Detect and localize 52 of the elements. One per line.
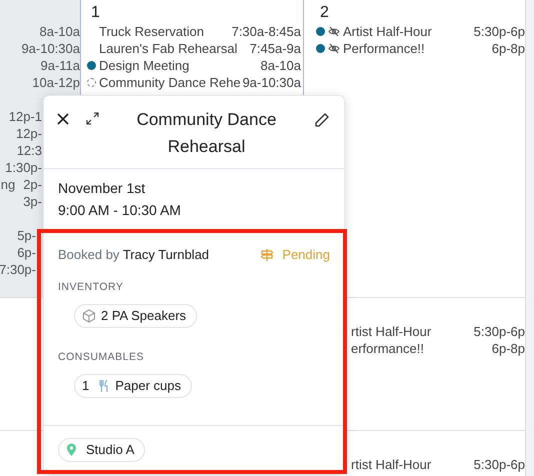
section-heading: INVENTORY — [58, 281, 124, 294]
event-title[interactable]: Lauren's Fab Rehearsal — [99, 40, 250, 57]
event-title[interactable]: Design Meeting — [99, 57, 261, 74]
day-number: 2 — [319, 3, 330, 23]
utensils-icon — [98, 379, 110, 393]
event-time[interactable]: 7:45a-9a — [250, 40, 301, 57]
event-time-range: 9:00 AM - 10:30 AM — [58, 201, 182, 220]
signpost-icon — [260, 248, 274, 262]
event-title[interactable]: Performance!! — [343, 40, 492, 57]
event-title[interactable]: Truck Reservation — [99, 23, 232, 40]
event-title[interactable]: erformance!! — [351, 340, 492, 357]
event-date: November 1st — [58, 179, 146, 198]
event-time[interactable]: 12p-1 — [8, 108, 42, 125]
event-time[interactable]: 9a-10:30a — [21, 40, 80, 57]
expand-button[interactable] — [86, 112, 99, 125]
event-title[interactable]: Community Dance Rehe — [99, 74, 242, 91]
event-time[interactable]: 5:30p-6p — [474, 456, 525, 473]
event-time[interactable]: 3p- — [23, 193, 42, 210]
item-chip[interactable]: 2 PA Speakers — [74, 304, 198, 328]
event-time[interactable]: 8a-10a — [40, 23, 80, 40]
event-time[interactable]: 2p- — [23, 176, 42, 193]
event-title[interactable]: rtist Half-Hour — [351, 323, 474, 340]
event-time[interactable]: 5:30p-6p — [474, 323, 525, 340]
item-chip[interactable]: 1 Paper cups — [74, 374, 192, 398]
event-time[interactable]: 9a-11a — [40, 57, 80, 74]
event-time[interactable]: 12p- — [16, 125, 42, 142]
booked-by-text: Booked by Tracy Turnblad — [58, 246, 210, 264]
event-title[interactable]: Artist Half-Hour — [343, 23, 474, 40]
edit-button[interactable] — [314, 112, 330, 128]
pending-status-icon — [87, 78, 96, 87]
event-title[interactable]: ng — [0, 176, 16, 193]
event-time[interactable]: 1:30p- — [5, 159, 42, 176]
event-time[interactable]: 5:30p-6p — [474, 23, 525, 40]
event-time[interactable]: 8a-10a — [260, 57, 301, 74]
day-number: 1 — [90, 3, 101, 23]
event-title[interactable]: rtist Half-Hour — [351, 456, 474, 473]
close-button[interactable] — [56, 112, 70, 126]
event-time[interactable]: 9a-10:30a — [242, 74, 301, 91]
event-time[interactable]: 6p-8p — [492, 340, 525, 357]
event-time[interactable]: 6p-8p — [492, 40, 525, 57]
popup-title: Community Dance Rehearsal — [136, 109, 278, 158]
event-time[interactable]: 7:30p- — [0, 261, 36, 278]
location-pin-icon — [66, 443, 77, 457]
status-label: Pending — [282, 246, 330, 264]
box-icon — [82, 309, 96, 323]
section-heading: CONSUMABLES — [58, 351, 146, 364]
event-time[interactable]: 12:3 — [16, 142, 42, 159]
location-chip[interactable]: Studio A — [58, 438, 146, 462]
event-time[interactable]: 7:30a-8:45a — [232, 23, 301, 40]
event-time[interactable]: 10a-12p — [32, 74, 80, 91]
event-time[interactable]: 5p- — [17, 227, 36, 244]
event-time[interactable]: 6p- — [17, 244, 36, 261]
